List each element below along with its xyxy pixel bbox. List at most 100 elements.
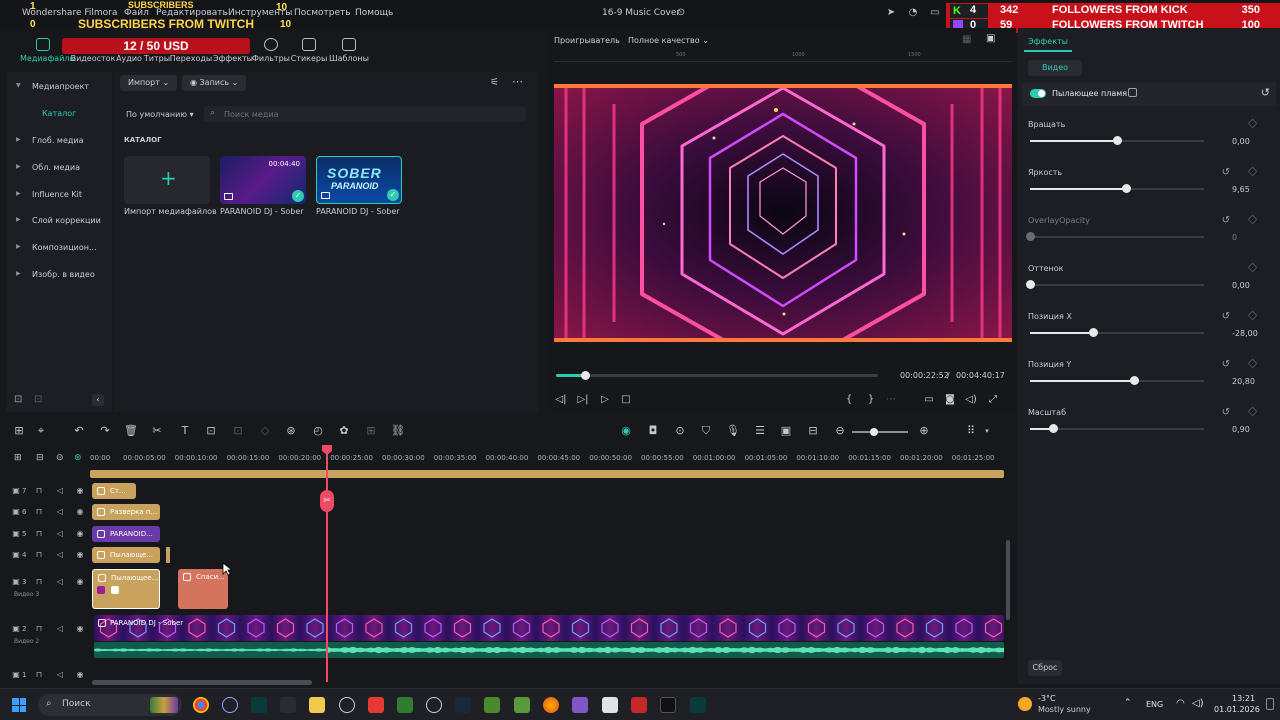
image-view-icon[interactable]: ▣ [986, 33, 995, 44]
timeline-ruler[interactable]: 00:00 00:00:05:00 00:00:10:00 00:00:15:00 00… [88, 448, 1008, 468]
select-tool-icon[interactable]: ⌖ [34, 424, 48, 438]
weather-icon[interactable] [1018, 697, 1032, 711]
lock-icon[interactable]: ⊓ [34, 577, 44, 587]
reset-param-icon[interactable]: ↺ [1222, 215, 1230, 226]
mute-icon[interactable]: ◁ [55, 507, 65, 517]
crop-icon[interactable]: ⊡ [204, 424, 218, 438]
sidebar-item-adjustment-layer[interactable]: ▶ Слой коррекции [6, 212, 112, 230]
tab-media[interactable]: Медиафайлы [20, 34, 76, 64]
text-icon[interactable]: T [178, 424, 192, 438]
link-track-icon[interactable]: ⊟ [36, 453, 44, 463]
audio-waveform[interactable] [94, 642, 1004, 658]
timeline-v-scrollbar[interactable] [1006, 540, 1010, 620]
param-slider-handle[interactable] [1130, 376, 1140, 385]
media-tile-image[interactable]: SOBER PARANOID ✓ [316, 156, 402, 204]
split-icon[interactable]: ✂ [150, 424, 164, 438]
speed-icon[interactable]: ◴ [311, 424, 325, 438]
mute-icon[interactable]: ◁ [55, 624, 65, 634]
sidebar-item-influence-kit[interactable]: ▶ Influence Kit [6, 186, 112, 204]
app-icon-9[interactable] [426, 697, 442, 713]
snapshot-icon[interactable]: ▦ [962, 34, 971, 45]
param-slider-track[interactable] [1030, 284, 1204, 286]
chrome-icon[interactable] [193, 697, 209, 713]
save-icon[interactable]: ▭ [928, 7, 942, 19]
param-slider-handle[interactable] [1026, 280, 1035, 289]
menu-help[interactable]: Помощь [355, 8, 393, 18]
stop-icon[interactable]: □ [619, 394, 633, 405]
more-icon[interactable]: ⋯ [512, 75, 523, 88]
mute-icon[interactable]: ◁ [55, 550, 65, 560]
param-slider-handle[interactable] [1048, 424, 1058, 433]
app-icon-11[interactable] [484, 697, 500, 713]
redo-icon[interactable]: ↷ [98, 424, 112, 438]
magnet-icon[interactable]: ⊝ [56, 453, 64, 463]
new-folder-icon[interactable]: ⊡ [14, 394, 22, 405]
sidebar-item-image-to-video[interactable]: ▶ Изобр. в видео [6, 266, 112, 284]
play-icon[interactable]: ▷ [598, 394, 612, 405]
param-value-field[interactable]: 0,00 [1220, 278, 1270, 292]
lock-icon[interactable]: ⊓ [34, 624, 44, 634]
mark-out-icon[interactable]: } [864, 394, 878, 405]
scrubber-handle[interactable] [580, 371, 590, 380]
prev-frame-icon[interactable]: ◁| [554, 394, 568, 405]
obs-icon[interactable] [339, 697, 355, 713]
replace-icon[interactable]: ⊟ [806, 424, 820, 438]
color-icon[interactable]: ✿ [337, 424, 351, 438]
clip-track-4-tail[interactable] [166, 547, 170, 563]
folder-icon[interactable] [309, 697, 325, 713]
eye-icon[interactable]: ◉ [75, 550, 85, 560]
mute-icon[interactable]: ◁ [55, 486, 65, 496]
fullscreen-icon[interactable]: ⤢ [986, 394, 1000, 405]
taskbar-search[interactable]: ⌕ Поиск [38, 694, 182, 716]
steam-icon[interactable] [455, 697, 471, 713]
keyframe-diamond-icon[interactable] [1247, 262, 1258, 273]
clip-track-3-thanks[interactable]: Спаси... [178, 569, 228, 609]
param-value-field[interactable]: 0,00 [1220, 134, 1270, 148]
collapse-panel-icon[interactable]: ‹ [92, 394, 104, 406]
clip-track-7[interactable]: Ст... [92, 483, 136, 499]
wifi-icon[interactable]: ◠ [1176, 698, 1185, 709]
keyframe-diamond-icon[interactable] [1247, 358, 1258, 369]
sidebar-item-compound[interactable]: ▶ Композицион... [6, 239, 112, 257]
camera-icon[interactable]: ◙ [943, 394, 957, 405]
play-next-icon[interactable]: ▷| [576, 394, 590, 405]
app-icon-4[interactable] [280, 697, 296, 713]
timeline-h-scrollbar[interactable] [92, 680, 312, 685]
clip-track-2-video[interactable]: PARANOID DJ - Sober [94, 615, 1004, 641]
clip-track-4[interactable]: Пылающе... [92, 547, 160, 563]
lock-icon[interactable]: ⊓ [34, 507, 44, 517]
sidebar-item-cloud-media[interactable]: ▶ Обл. медиа [6, 159, 112, 177]
marker-icon[interactable]: ⊙ [673, 424, 687, 438]
media-search[interactable]: ⌕ [204, 106, 526, 122]
import-media-tile[interactable]: + [124, 156, 210, 204]
add-track-icon[interactable]: ⊞ [14, 453, 22, 463]
app-icon-16[interactable] [631, 697, 647, 713]
clip-track-5[interactable]: PARANOID... [92, 526, 160, 542]
lock-icon[interactable]: ⊓ [34, 529, 44, 539]
param-slider-handle[interactable] [1113, 136, 1122, 145]
param-value-field[interactable]: 9,65 [1220, 182, 1270, 196]
lock-icon[interactable]: ⊓ [34, 486, 44, 496]
notepad-icon[interactable] [602, 697, 618, 713]
keyframe-diamond-icon[interactable] [1247, 166, 1258, 177]
zoom-slider[interactable] [852, 428, 908, 436]
firefox-icon[interactable] [543, 697, 559, 713]
import-button[interactable]: Импорт ⌄ [120, 75, 178, 91]
app-icon-7[interactable] [368, 697, 384, 713]
param-value-field[interactable]: 0 [1220, 230, 1270, 244]
keyframe-diamond-icon[interactable] [1247, 310, 1258, 321]
reset-param-icon[interactable]: ↺ [1222, 407, 1230, 418]
filter-icon[interactable]: ⚟ [490, 77, 499, 88]
app-icon-14[interactable] [572, 697, 588, 713]
app-icon-12[interactable] [514, 697, 530, 713]
scissors-icon[interactable]: ✂ [320, 490, 334, 512]
mute-icon[interactable]: ◁ [55, 529, 65, 539]
windows-start-icon[interactable] [12, 698, 26, 712]
keyframe-diamond-icon[interactable] [1247, 214, 1258, 225]
quality-select[interactable]: Полное качество ⌄ [628, 36, 709, 45]
eye-icon[interactable]: ◉ [75, 507, 85, 517]
sidebar-item-catalog[interactable]: Каталог [6, 105, 112, 123]
playback-scrubber[interactable] [556, 371, 878, 380]
zoom-out-icon[interactable]: ⊖ [833, 424, 847, 438]
effect-toggle[interactable] [1030, 89, 1046, 98]
